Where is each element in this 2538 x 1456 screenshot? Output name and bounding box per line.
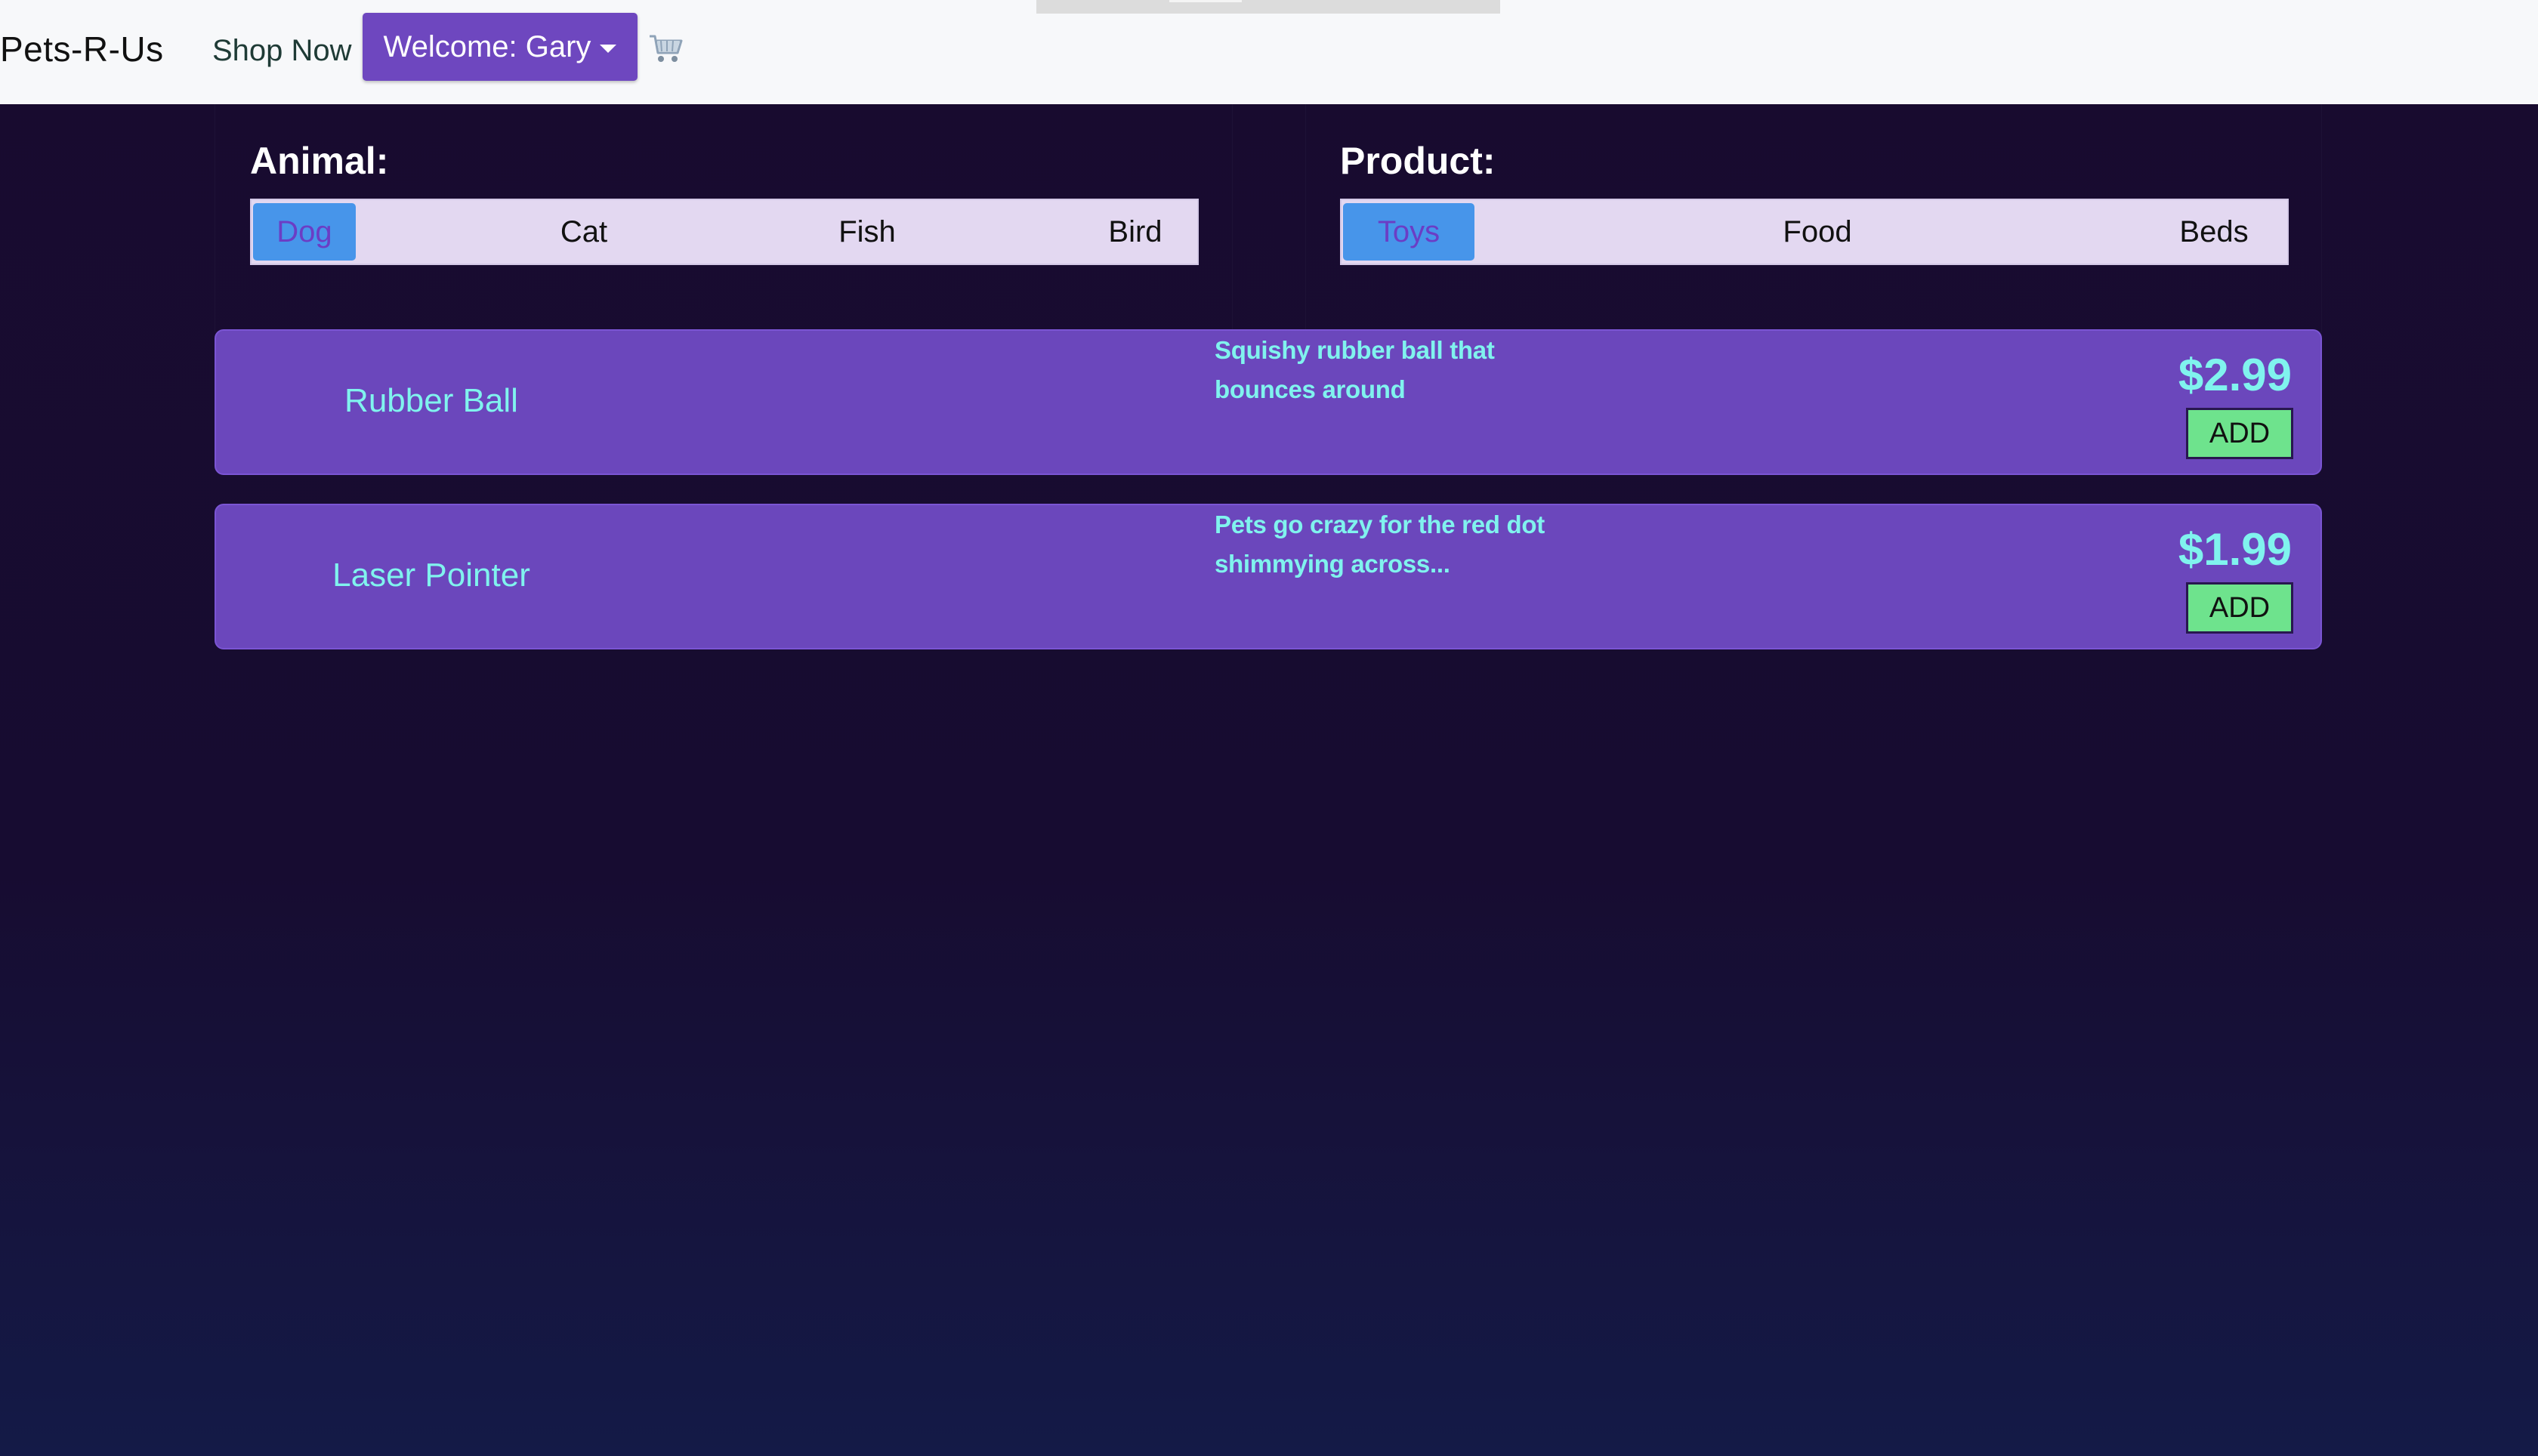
add-to-cart-button[interactable]: ADD: [2186, 582, 2293, 634]
animal-option-dog[interactable]: Dog: [253, 203, 356, 261]
animal-option-bird[interactable]: Bird: [1082, 203, 1188, 261]
product-option-toys[interactable]: Toys: [1343, 203, 1474, 261]
shop-now-link[interactable]: Shop Now: [212, 34, 352, 68]
product-name: Rubber Ball: [344, 382, 518, 419]
product-price: $2.99: [2178, 350, 2292, 400]
animal-option-fish[interactable]: Fish: [810, 203, 924, 261]
top-navbar: Pets-R-Us Shop Now Welcome: Gary: [0, 0, 2538, 104]
product-segmented-control: Toys Food Beds: [1340, 199, 2289, 265]
welcome-user-dropdown[interactable]: Welcome: Gary: [363, 13, 638, 81]
animal-filter-label: Animal:: [250, 140, 389, 182]
product-price: $1.99: [2178, 524, 2292, 575]
animal-filter-panel: Animal: Dog Cat Fish Bird: [215, 104, 1233, 332]
cart-icon[interactable]: [648, 32, 684, 66]
product-description: Pets go crazy for the red dot shimmying …: [1215, 511, 1545, 578]
caret-down-icon: [600, 44, 617, 53]
product-card: Rubber Ball Squishy rubber ball that bou…: [215, 329, 2322, 475]
product-option-beds[interactable]: Beds: [2157, 203, 2271, 261]
brand-logo[interactable]: Pets-R-Us: [0, 29, 164, 69]
add-to-cart-button[interactable]: ADD: [2186, 408, 2293, 459]
product-name: Laser Pointer: [332, 557, 530, 594]
animal-option-cat[interactable]: Cat: [531, 203, 637, 261]
welcome-label: Welcome: Gary: [383, 29, 591, 63]
product-filter-label: Product:: [1340, 140, 1496, 182]
top-tab-strip: [1036, 0, 1500, 14]
product-card: Laser Pointer Pets go crazy for the red …: [215, 504, 2322, 649]
product-option-food[interactable]: Food: [1749, 203, 1885, 261]
animal-segmented-control: Dog Cat Fish Bird: [250, 199, 1199, 265]
product-filter-panel: Product: Toys Food Beds: [1305, 104, 2322, 332]
top-tab-highlight: [1169, 0, 1242, 2]
product-description: Squishy rubber ball that bounces around: [1215, 336, 1495, 403]
